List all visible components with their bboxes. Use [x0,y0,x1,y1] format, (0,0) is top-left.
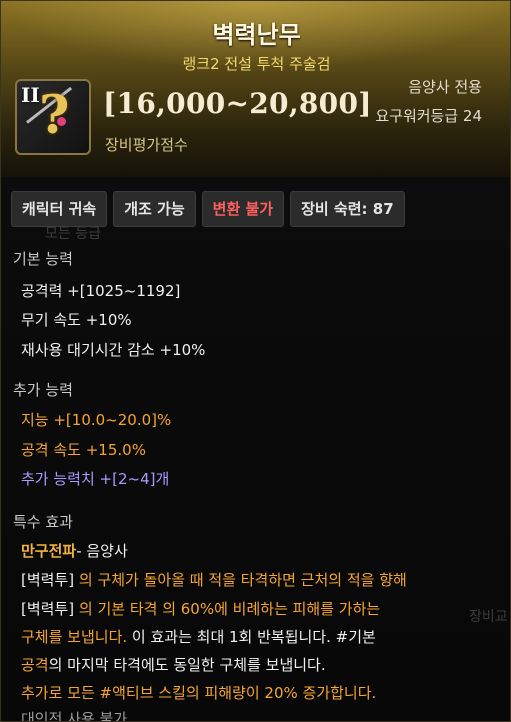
gear-score-range: [16,000~20,800] [103,87,372,120]
additional-stat-count: 추가 능력치 +[2~4]개 [21,470,170,488]
additional-stat-attack-speed: 공격 속도 +15.0% [21,441,146,459]
special-skill-class: - 음양사 [76,542,128,560]
additional-stats-header: 추가 능력 [13,381,73,399]
item-icon: ? II [15,79,91,155]
special-effect-header: 특수 효과 [13,513,73,531]
background-tab-label: 장비교 [469,609,508,625]
item-name: 벽력난무 [212,21,301,49]
special-desc-line-3: 구체를 보냅니다. 이 효과는 최대 1회 반복됩니다. #기본 [21,628,376,646]
rank-numeral: II [21,83,40,107]
unknown-icon: ? [39,85,70,146]
special-effect-title: 만구전파- 음양사 [21,540,128,561]
pvp-disabled-note: 대인전 사용 불가 [21,710,128,722]
required-level: 요구워커등급 24 [375,107,482,125]
gear-score-label: 장비평가점수 [105,136,188,154]
basic-stat-cooldown: 재사용 대기시간 감소 +10% [21,341,206,359]
item-tags: 캐릭터 귀속 개조 가능 변환 불가 장비 숙련: 87 [11,191,405,227]
basic-stats-header: 기본 능력 [13,250,73,268]
tag-bound: 캐릭터 귀속 [11,191,108,227]
tag-proficiency: 장비 숙련: 87 [290,191,405,227]
class-restriction: 음양사 전용 [408,78,482,96]
additional-stat-int: 지능 +[10.0~20.0]% [21,411,172,429]
special-skill-name: 만구전파 [21,542,77,560]
item-subtitle: 랭크2 전설 투척 주술검 [182,55,331,73]
item-tooltip: 모든 등급 장비교 벽력난무 랭크2 전설 투척 주술검 ? II [16,00… [0,0,511,722]
tag-convert-disabled: 변환 불가 [201,191,285,227]
basic-stat-weapon-speed: 무기 속도 +10% [21,311,132,329]
special-desc-line-5: 추가로 모든 #액티브 스킬의 피해량이 20% 증가합니다. [21,684,377,702]
basic-stat-attack: 공격력 +[1025~1192] [21,282,181,300]
special-desc-line-1: [벽력투] 의 구체가 돌아올 때 적을 타격하면 근처의 적을 향해 [21,571,407,589]
special-desc-line-2: [벽력투] 의 기본 타격 의 60%에 비례하는 피해를 가하는 [21,600,381,618]
tag-modifiable: 개조 가능 [113,191,196,227]
special-desc-line-4: 공격의 마지막 타격에도 동일한 구체를 보냅니다. [21,656,326,674]
